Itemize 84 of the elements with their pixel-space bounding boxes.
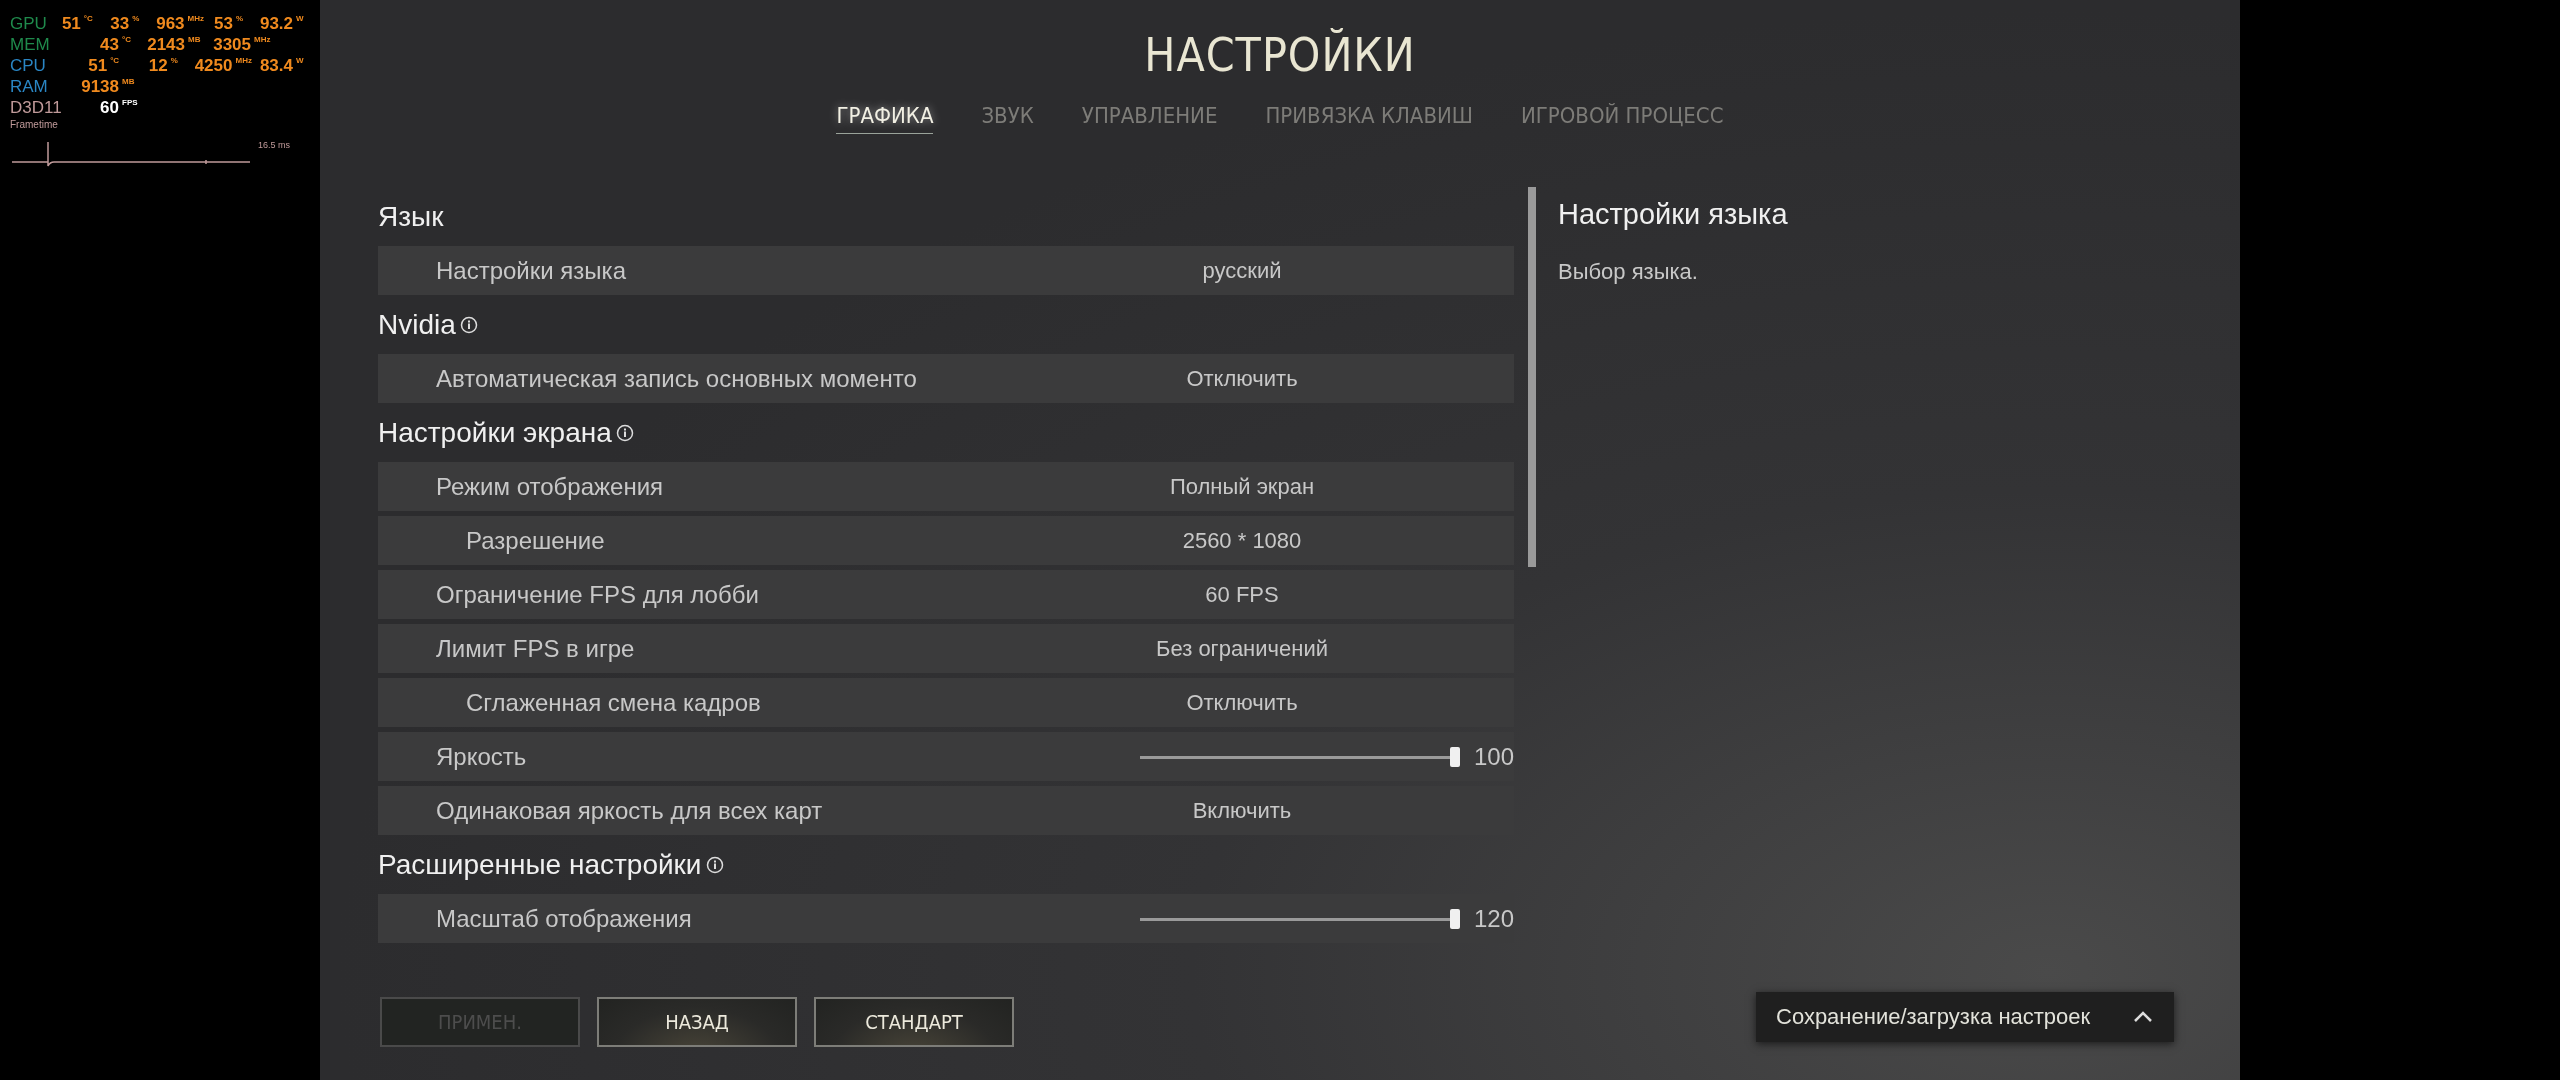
setting-label: Яркость (435, 742, 528, 771)
info-icon[interactable] (705, 855, 724, 874)
overlay-unit: °C (110, 56, 121, 67)
overlay-unit: MHz (254, 35, 272, 46)
overlay-value: 963 (156, 14, 185, 34)
overlay-unit: MHz (187, 14, 205, 25)
tab[interactable]: ГРАФИКА (836, 103, 934, 134)
overlay-value: 51 (61, 14, 81, 34)
overlay-value: 83.4 (259, 56, 293, 76)
section-heading: Язык (378, 200, 444, 233)
setting-label: Режим отображения (435, 472, 665, 501)
setting-label: Разрешение (465, 526, 606, 555)
overlay-value: 53 (214, 14, 233, 34)
frametime-reading: 16.5 ms (258, 140, 290, 150)
setting-label: Сглаженная смена кадров (465, 688, 762, 717)
setting-value[interactable]: Включить (1032, 797, 1452, 824)
overlay-unit: °C (122, 35, 132, 46)
section-heading: Настройки экрана (378, 416, 612, 449)
overlay-value: 51 (88, 56, 108, 76)
info-icon[interactable] (459, 315, 478, 334)
slider-value: 120 (1473, 904, 1514, 933)
overlay-value: 93.2 (259, 14, 293, 34)
overlay-label: MEM (10, 35, 51, 55)
overlay-unit: MHz (235, 56, 253, 67)
chevron-up-icon[interactable] (2132, 1010, 2154, 1024)
menu-button[interactable]: СТАНДАРТ (814, 997, 1014, 1047)
overlay-label: D3D11 (10, 98, 63, 118)
overlay-label: GPU (10, 14, 48, 34)
setting-row[interactable]: Ограничение FPS для лобби 60 FPS (378, 570, 1514, 619)
section-heading: Nvidia (378, 308, 456, 341)
slider-thumb[interactable] (1449, 908, 1460, 929)
overlay-unit: FPS (122, 98, 139, 109)
overlay-unit: % (235, 14, 245, 25)
overlay-unit: °C (83, 14, 94, 25)
overlay-label: CPU (10, 56, 47, 76)
frametime-label: Frametime (10, 119, 59, 130)
setting-label: Ограничение FPS для лобби (435, 580, 760, 609)
setting-value[interactable]: 60 FPS (1032, 581, 1452, 608)
description-text: Выбор языка. (1558, 259, 1699, 285)
setting-value[interactable]: Без ограничений (1032, 635, 1452, 662)
setting-value[interactable]: русский (1032, 257, 1452, 284)
menu-button[interactable]: НАЗАД (597, 997, 797, 1047)
presets-dropdown[interactable]: Сохранение/загрузка настроек (1756, 992, 2174, 1042)
setting-label: Лимит FPS в игре (435, 634, 636, 663)
setting-row[interactable]: Сглаженная смена кадров Отключить (378, 678, 1514, 727)
overlay-unit: % (132, 14, 141, 25)
setting-label: Настройки языка (435, 256, 627, 285)
overlay-unit: W (296, 56, 305, 67)
setting-row[interactable]: Масштаб отображения 120 (378, 894, 1514, 943)
slider-track[interactable] (1139, 746, 1460, 767)
setting-label: Автоматическая запись основных моменто (435, 364, 918, 393)
overlay-label: RAM (10, 77, 49, 97)
setting-row[interactable]: Настройки языка русский (378, 246, 1514, 295)
info-icon[interactable] (615, 423, 634, 442)
setting-row[interactable]: Лимит FPS в игре Без ограничений (378, 624, 1514, 673)
slider-thumb[interactable] (1449, 746, 1460, 767)
overlay-unit: MB (122, 77, 136, 88)
overlay-value: 12 (148, 56, 168, 76)
setting-row[interactable]: Яркость 100 (378, 732, 1514, 781)
overlay-value: 43 (100, 35, 119, 55)
setting-label: Масштаб отображения (435, 904, 693, 933)
page-title: НАСТРОЙКИ (1143, 28, 1417, 82)
overlay-unit: W (296, 14, 305, 25)
overlay-unit: MB (188, 35, 202, 46)
scrollbar-thumb[interactable] (1528, 187, 1536, 567)
setting-row[interactable]: Режим отображения Полный экран (378, 462, 1514, 511)
section-heading: Расширенные настройки (378, 848, 702, 881)
overlay-unit: % (170, 56, 179, 67)
overlay-value: 2143 (147, 35, 185, 55)
overlay-value: 33 (110, 14, 130, 34)
overlay-value: 9138 (81, 77, 119, 97)
setting-value[interactable]: 2560 * 1080 (1032, 527, 1452, 554)
slider-track[interactable] (1139, 908, 1460, 929)
setting-row[interactable]: Автоматическая запись основных моменто Отключить (378, 354, 1514, 403)
setting-value[interactable]: Отключить (1032, 365, 1452, 392)
setting-value[interactable]: Отключить (1032, 689, 1452, 716)
overlay-value: 4250 (194, 56, 233, 76)
overlay-value: 60 (100, 98, 119, 118)
setting-label: Одинаковая яркость для всех карт (435, 796, 824, 825)
overlay-value: 3305 (213, 35, 251, 55)
slider-value: 100 (1473, 742, 1514, 771)
setting-value[interactable]: Полный экран (1032, 473, 1452, 500)
description-title: Настройки языка (1558, 198, 1788, 231)
setting-row[interactable]: Разрешение 2560 * 1080 (378, 516, 1514, 565)
